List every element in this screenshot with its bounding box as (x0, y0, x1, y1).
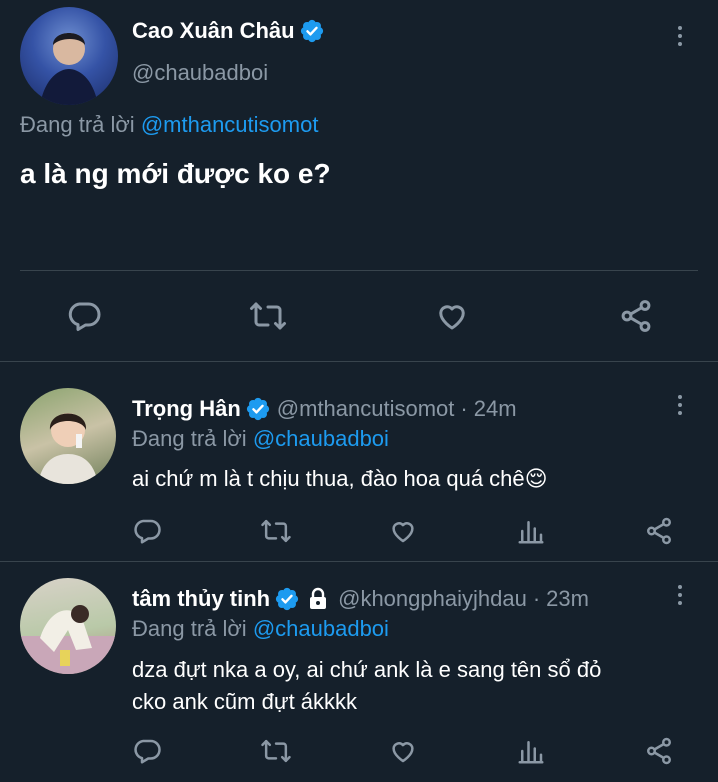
avatar-photo (40, 33, 98, 105)
tweet-text-content: ai chứ m là t chịu thua, đào hoa quá chê (132, 466, 525, 491)
avatar[interactable] (20, 7, 118, 105)
replying-to-link[interactable]: @chaubadboi (253, 616, 389, 641)
tweet-actions (0, 290, 718, 340)
verified-badge-icon (276, 587, 299, 611)
display-name[interactable]: Trọng Hân (132, 396, 241, 422)
tweet-text: a là ng mới được ko e? (20, 158, 331, 189)
divider (20, 270, 698, 271)
replying-to-link[interactable]: @chaubadboi (253, 426, 389, 451)
relieved-face-emoji: 😌 (524, 466, 548, 491)
divider (0, 561, 718, 562)
replying-prefix: Đang trả lời (20, 112, 135, 137)
handle[interactable]: @mthancutisomot (277, 396, 455, 422)
replying-to-link[interactable]: @mthancutisomot (141, 112, 319, 137)
separator: · (532, 586, 541, 611)
handle[interactable]: @chaubadboi (132, 60, 268, 86)
tweet-text: ai chứ m là t chịu thua, đào hoa quá chê… (132, 466, 548, 492)
timestamp[interactable]: 24m (474, 396, 517, 422)
avatar[interactable] (20, 388, 116, 484)
replying-to: Đang trả lời @chaubadboi (132, 426, 389, 452)
verified-badge-icon (246, 397, 269, 421)
more-options-icon[interactable] (668, 24, 692, 48)
replying-to: Đang trả lời @mthancutisomot (20, 112, 318, 138)
avatar-photo (38, 413, 98, 484)
avatar-photo (20, 605, 116, 674)
retweet-icon[interactable] (258, 734, 294, 768)
replying-prefix: Đang trả lời (132, 426, 247, 451)
like-icon[interactable] (386, 734, 420, 768)
replying-prefix: Đang trả lời (132, 616, 247, 641)
tweet-text: dza đựt nka a oy, ai chứ ank là e sang t… (132, 654, 601, 718)
tweet-actions (0, 512, 718, 552)
tweet-text-line: cko ank cũm đựt ákkkk (132, 689, 358, 714)
share-icon[interactable] (642, 514, 676, 548)
share-icon[interactable] (642, 734, 676, 768)
like-icon[interactable] (386, 514, 420, 548)
reply-icon[interactable] (130, 734, 164, 768)
more-options-icon[interactable] (668, 583, 692, 607)
tweet-text-line: dza đựt nka a oy, ai chứ ank là e sang t… (132, 657, 602, 682)
handle[interactable]: @khongphaiyjhdau (338, 586, 527, 612)
analytics-icon[interactable] (514, 514, 548, 548)
display-name[interactable]: Cao Xuân Châu (132, 18, 295, 44)
reply-icon[interactable] (130, 514, 164, 548)
display-name[interactable]: tâm thủy tinh (132, 586, 270, 612)
replying-to: Đang trả lời @chaubadboi (132, 616, 389, 642)
reply-icon[interactable] (64, 296, 104, 336)
like-icon[interactable] (432, 296, 472, 336)
separator: · (460, 396, 468, 421)
avatar[interactable] (20, 578, 116, 674)
retweet-icon[interactable] (246, 296, 290, 336)
lock-icon (310, 587, 327, 609)
retweet-icon[interactable] (258, 514, 294, 548)
analytics-icon[interactable] (514, 734, 548, 768)
share-icon[interactable] (616, 296, 656, 336)
divider (0, 361, 718, 362)
timestamp[interactable]: 23m (546, 586, 589, 612)
tweet-actions (0, 732, 718, 772)
verified-badge-icon (300, 19, 323, 43)
more-options-icon[interactable] (668, 393, 692, 417)
